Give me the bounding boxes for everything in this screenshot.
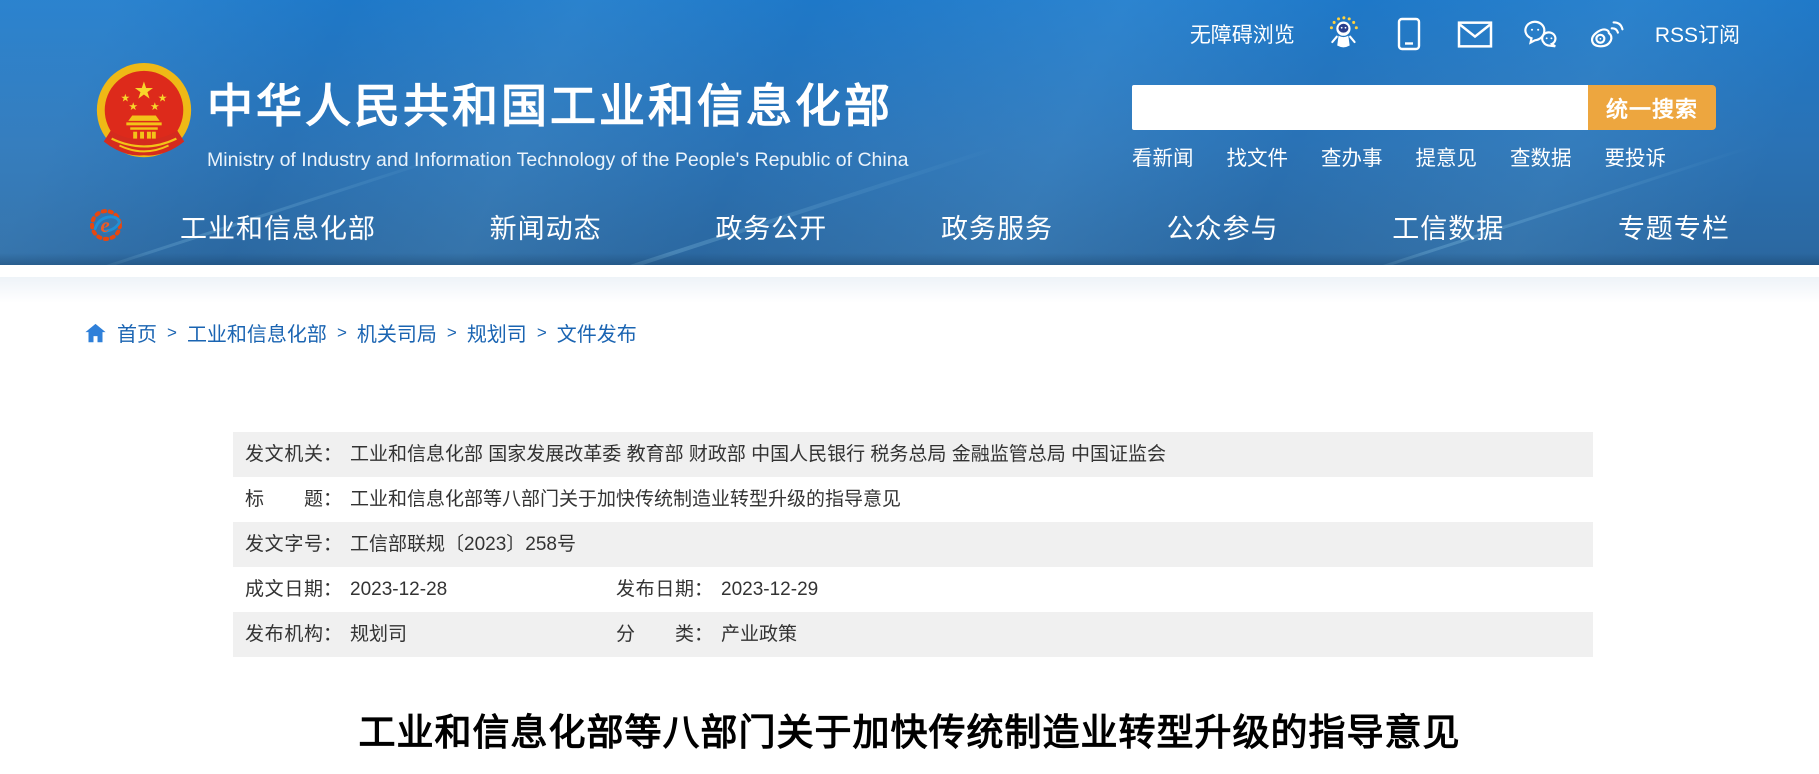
quick-link[interactable]: 查办事 [1321,141,1383,171]
meta-value: 工信部联规〔2023〕258号 [350,534,576,555]
meta-label: 发布日期 [616,567,694,612]
nav-item[interactable]: 工业和信息化部 [180,207,376,246]
meta-label-colon: ： [323,522,342,567]
breadcrumb-link[interactable]: 首页 [117,318,157,347]
meta-value: 2023-12-28 [350,579,447,600]
mobile-icon[interactable] [1391,16,1427,52]
brand-text: 中华人民共和国工业和信息化部 Ministry of Industry and … [207,70,908,172]
search-input[interactable] [1132,85,1588,130]
mascot-icon[interactable] [1325,16,1361,52]
meta-label: 发布机构 [245,612,323,657]
nav-item[interactable]: 新闻动态 [490,207,602,246]
utility-bar: 无障碍浏览 [1190,16,1740,52]
meta-field: 发布机构： 规划司 [245,612,407,657]
svg-text:★: ★ [133,77,154,103]
nav-item[interactable]: 政务服务 [941,207,1053,246]
breadcrumb-separator: > [536,323,548,343]
rss-link[interactable]: RSS订阅 [1655,19,1740,49]
nav-item[interactable]: 公众参与 [1167,207,1279,246]
quick-link[interactable]: 要投诉 [1605,141,1667,171]
meta-row: 发文机关： 工业和信息化部 国家发展改革委 教育部 财政部 中国人民银行 税务总局… [233,432,1593,477]
wechat-icon[interactable] [1523,16,1559,52]
meta-label: 发文字号 [245,522,323,567]
meta-value: 2023-12-29 [721,579,818,600]
meta-table: 发文机关：工业和信息化部 国家发展改革委 教育部 财政部 中国人民银行 税务总局… [233,432,1593,657]
breadcrumb-separator: > [446,323,458,343]
document-title: 工业和信息化部等八部门关于加快传统制造业转型升级的指导意见 [0,702,1819,756]
miit-e-logo-icon: e [88,207,124,243]
weibo-icon[interactable] [1589,16,1625,52]
breadcrumb: 首页 > 工业和信息化部 > 机关司局 > 规划司 > 文件发布 [85,318,637,347]
search-box: 统一搜索 [1132,85,1716,130]
svg-text:★: ★ [128,101,138,113]
breadcrumb-link[interactable]: 工业和信息化部 [187,318,327,347]
search-button[interactable]: 统一搜索 [1588,85,1716,130]
meta-row: 标题： 工业和信息化部等八部门关于加快传统制造业转型升级的指导意见 [233,477,1593,522]
home-icon[interactable] [85,323,106,343]
meta-value: 规划司 [350,624,407,645]
meta-label-colon: ： [694,567,713,612]
breadcrumb-link: 文件发布 [557,318,637,347]
meta-label-colon: ： [694,612,713,657]
breadcrumb-link[interactable]: 机关司局 [357,318,437,347]
meta-field: 分类： 产业政策 [616,612,797,657]
accessibility-link[interactable]: 无障碍浏览 [1190,19,1295,49]
quick-link[interactable]: 查数据 [1510,141,1572,171]
content-top-shadow [0,277,1819,303]
meta-value: 产业政策 [721,624,797,645]
meta-label-colon: ： [323,432,342,477]
breadcrumb-separator: > [336,323,348,343]
page: 无障碍浏览 [0,0,1819,774]
svg-text:e: e [101,215,110,237]
meta-label: 发文机关 [245,432,323,477]
quick-link[interactable]: 找文件 [1227,141,1289,171]
nav-items: 工业和信息化部 新闻动态 政务公开 政务服务 公众参与 工信数据 专题专栏 [180,194,1730,258]
mail-icon[interactable] [1457,16,1493,52]
meta-label: 成文日期 [245,567,323,612]
meta-label: 分类 [616,612,694,657]
meta-field: 发文字号： 工信部联规〔2023〕258号 [245,522,576,567]
meta-row: 发文字号： 工信部联规〔2023〕258号 [233,522,1593,567]
meta-label: 标题 [245,477,323,522]
meta-label-colon: ： [323,477,342,522]
breadcrumb-separator: > [166,323,178,343]
search-quick-links: 看新闻 找文件 查办事 提意见 查数据 要投诉 [1132,141,1666,171]
breadcrumb-link[interactable]: 规划司 [467,318,527,347]
main-nav: e 工业和信息化部 新闻动态 政务公开 政务服务 公众参与 工信数据 专题专栏 [0,194,1819,258]
content: 首页>工业和信息化部>机关司局>规划司>文件发布 发文机关：工业和信息化部 国家… [0,265,1819,774]
quick-link[interactable]: 看新闻 [1132,141,1194,171]
meta-label-colon: ： [323,612,342,657]
meta-field: 发文机关： 工业和信息化部 国家发展改革委 教育部 财政部 中国人民银行 税务总局… [245,432,1166,477]
meta-field: 标题： 工业和信息化部等八部门关于加快传统制造业转型升级的指导意见 [245,477,901,522]
nav-item[interactable]: 工信数据 [1392,207,1504,246]
site-header: 无障碍浏览 [0,0,1819,265]
meta-row: 成文日期：2023-12-28发布日期：2023-12-29 [233,567,1593,612]
site-subtitle: Ministry of Industry and Information Tec… [207,149,908,172]
meta-field: 发布日期： 2023-12-29 [616,567,818,612]
meta-row: 发布机构：规划司分类：产业政策 [233,612,1593,657]
nav-item[interactable]: 政务公开 [715,207,827,246]
meta-label-colon: ： [323,567,342,612]
breadcrumb-items: 首页 > 工业和信息化部 > 机关司局 > 规划司 > 文件发布 [117,318,637,347]
svg-text:★: ★ [150,101,160,113]
site-title: 中华人民共和国工业和信息化部 [207,70,908,136]
meta-value: 工业和信息化部等八部门关于加快传统制造业转型升级的指导意见 [350,489,901,510]
meta-value: 工业和信息化部 国家发展改革委 教育部 财政部 中国人民银行 税务总局 金融监管… [350,444,1166,465]
nav-item[interactable]: 专题专栏 [1618,207,1730,246]
meta-field: 成文日期： 2023-12-28 [245,567,447,612]
quick-link[interactable]: 提意见 [1416,141,1478,171]
national-emblem-logo: ★ ★ ★ ★ ★ [90,60,198,174]
